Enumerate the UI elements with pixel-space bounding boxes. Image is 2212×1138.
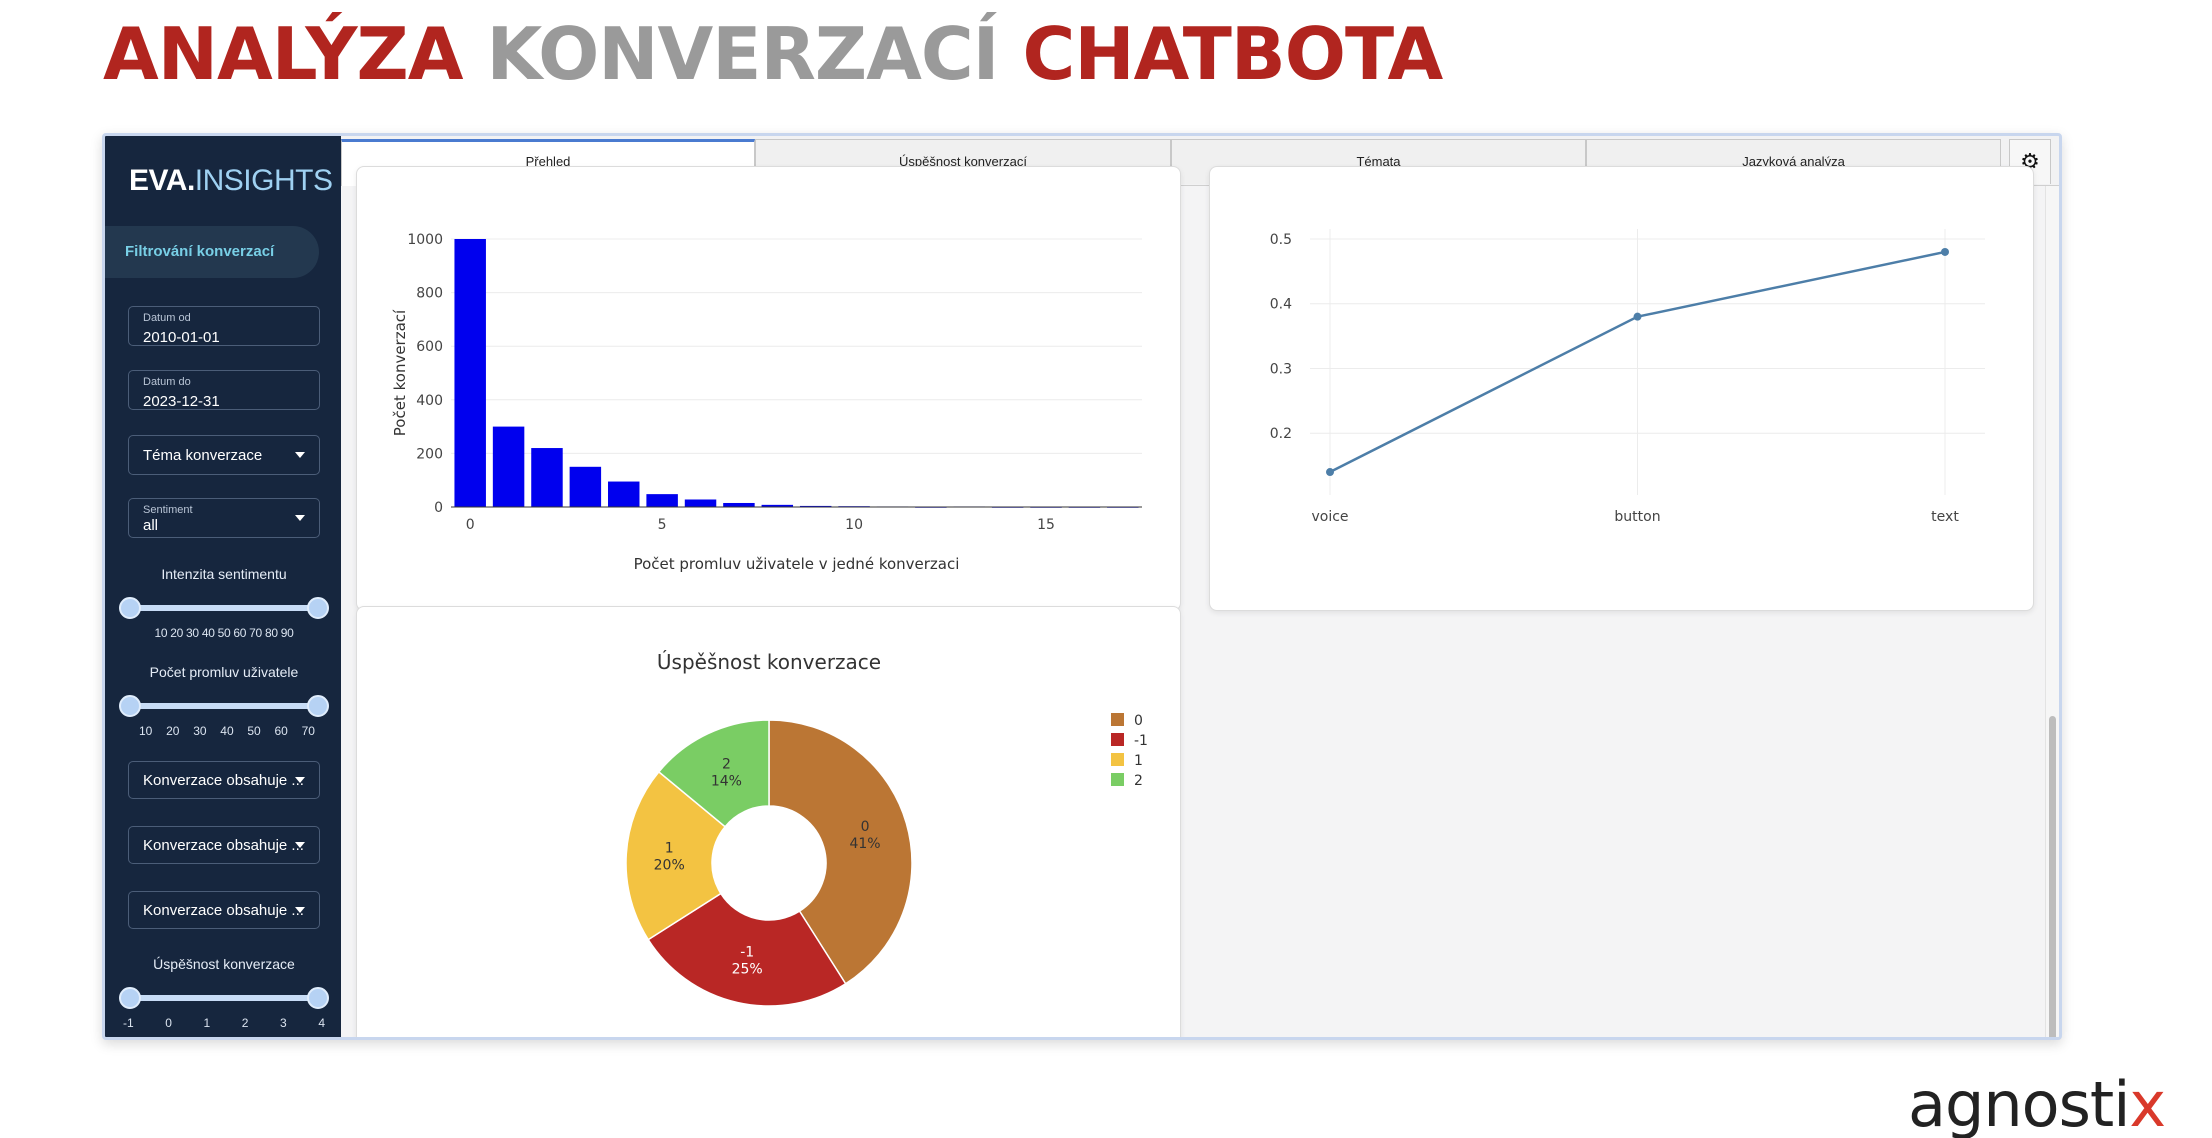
contains-select-3[interactable]: Konverzace obsahuje ... [128,891,320,929]
legend-label: -1 [1134,733,1148,749]
x-tick-label: voice [1311,509,1348,525]
chevron-down-icon [295,842,305,848]
chevron-down-icon [295,452,305,458]
app-logo: EVA.INSIGHTS [129,164,333,197]
y-tick-label: 0.5 [1270,232,1292,248]
x-tick-label: 5 [658,517,667,533]
x-tick-label: 0 [466,517,475,533]
success-slider[interactable]: Úspěšnost konverzace -1 0 1 2 3 4 [119,956,329,1030]
bar [608,481,640,507]
slice-label: 0 [861,819,870,835]
title-part-konverzaci: KONVERZACÍ [486,12,1000,96]
y-tick-label: 0.4 [1270,297,1292,313]
bar [646,494,678,507]
x-tick-label: button [1614,509,1660,525]
y-tick-label: 0.2 [1270,426,1292,442]
chevron-down-icon [295,907,305,913]
contains-select-1[interactable]: Konverzace obsahuje ... [128,761,320,799]
data-point [1633,312,1642,321]
date-from-field[interactable]: Datum od 2010-01-01 [128,306,320,346]
legend-swatch [1111,733,1124,746]
x-tick-label: text [1931,509,1959,525]
channel-line-chart: 0.2 0.3 0.4 0.5 voice button text [1270,229,1985,525]
slider-handle-min[interactable] [119,695,141,717]
legend-label: 0 [1134,713,1143,729]
x-axis-title: Počet promluv uživatele v jedné konverza… [634,555,960,573]
date-to-field[interactable]: Datum do 2023-12-31 [128,370,320,410]
slider-handle-max[interactable] [307,695,329,717]
dashboard-window: EVA.INSIGHTS Filtrování konverzací Datum… [102,133,2062,1040]
topic-select[interactable]: Téma konverzace [128,435,320,475]
scrollbar[interactable] [2045,186,2059,1037]
sidebar: EVA.INSIGHTS Filtrování konverzací Datum… [105,136,341,1037]
histogram-card: 0 200 400 600 800 1000 0 5 10 15 Počet promluv uži… [356,166,1181,611]
slide-title: ANALÝZA KONVERZACÍ CHATBOTA [103,12,1444,96]
slider-handle-min[interactable] [119,987,141,1009]
slice-percent: 25% [732,962,763,978]
chevron-down-icon [295,777,305,783]
bar [531,448,563,507]
bar [723,502,755,507]
y-tick-label: 1000 [407,232,443,248]
chart-title: Úspěšnost konverzace [657,650,881,674]
x-tick-label: 10 [845,517,863,533]
slice-percent: 14% [711,774,742,790]
slice-label: -1 [740,945,754,961]
data-point [1941,247,1949,256]
legend-label: 1 [1134,753,1143,769]
sidebar-item-filtering[interactable]: Filtrování konverzací [105,226,319,278]
bar [684,499,717,507]
y-tick-label: 800 [416,286,443,302]
legend-swatch [1111,753,1124,766]
title-part-chatbota: CHATBOTA [1022,12,1444,96]
agnostix-logo: agnostix [1908,1068,2166,1138]
sentiment-select[interactable]: Sentiment all [128,498,320,538]
y-tick-label: 200 [416,446,443,462]
y-tick-label: 0 [434,500,443,516]
y-tick-label: 600 [416,339,443,355]
line-chart-card: 0.2 0.3 0.4 0.5 voice button text [1209,166,2034,611]
intensity-slider[interactable]: Intenzita sentimentu 10 20 30 40 50 60 7… [119,566,329,640]
data-point [1326,468,1334,477]
bar [569,466,602,507]
bar [492,426,525,507]
slice-label: 1 [665,841,674,857]
slider-handle-max[interactable] [307,987,329,1009]
legend-swatch [1111,713,1124,726]
success-donut-chart: Úspěšnost konverzace041%-125%120%214%0-1… [625,650,1148,1007]
slice-percent: 20% [654,858,685,874]
title-part-analyza: ANALÝZA [103,12,463,96]
slider-handle-min[interactable] [119,597,141,619]
bar [454,239,486,507]
legend-swatch [1111,773,1124,786]
pie-chart-card: Úspěšnost konverzace 0 41% -1 25% 1 20% 2 14% 0 -1… [356,606,1181,1037]
x-tick-label: 15 [1037,517,1055,533]
chevron-down-icon [295,515,305,521]
contains-select-2[interactable]: Konverzace obsahuje ... [128,826,320,864]
legend-label: 2 [1134,773,1143,789]
slice-percent: 41% [849,836,880,852]
y-axis-title: Počet konverzací [391,309,409,436]
y-tick-label: 400 [416,393,443,409]
utterances-slider[interactable]: Počet promluv uživatele 10 20 30 40 50 60 70 [119,664,329,738]
slider-handle-max[interactable] [307,597,329,619]
slice-label: 2 [722,757,731,773]
utterance-histogram: 0 200 400 600 800 1000 0 5 10 15 Počet promluv uži… [391,232,1142,573]
y-tick-label: 0.3 [1270,361,1292,377]
scrollbar-thumb[interactable] [2049,716,2056,1037]
